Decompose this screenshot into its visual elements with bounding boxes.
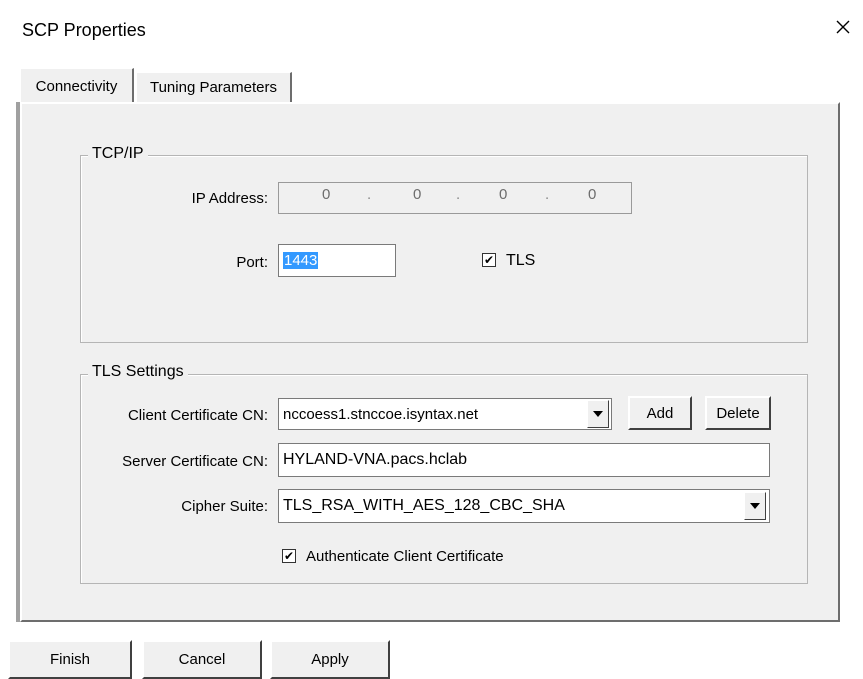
chevron-down-icon [593, 411, 603, 417]
apply-button-label: Apply [311, 651, 349, 668]
finish-button[interactable]: Finish [8, 640, 132, 679]
tab-tuning-parameters[interactable]: Tuning Parameters [136, 72, 292, 102]
ip-octet-2: 0 [413, 186, 422, 203]
port-input[interactable]: 1443 [278, 244, 396, 277]
ip-dot-3: . [545, 186, 550, 203]
ip-octet-1: 0 [322, 186, 331, 203]
tls-check-mark: ✔ [483, 253, 495, 267]
tls-label: TLS [506, 252, 536, 269]
authenticate-client-checkbox[interactable]: ✔ [282, 549, 296, 563]
cipher-suite-label: Cipher Suite: [181, 498, 268, 515]
finish-button-label: Finish [49, 651, 90, 668]
ip-dot-2: . [456, 186, 461, 203]
cipher-suite-dropdown-arrow[interactable] [744, 492, 766, 520]
port-value: 1443 [283, 252, 319, 269]
client-cert-dropdown-arrow[interactable] [587, 400, 609, 428]
window-title: SCP Properties [22, 20, 146, 40]
tls-settings-legend: TLS Settings [88, 363, 188, 381]
tab-connectivity-label: Connectivity [35, 78, 118, 95]
cancel-button-label: Cancel [178, 651, 226, 668]
client-cert-dropdown[interactable]: nccoess1.stnccoe.isyntax.net [278, 398, 612, 430]
delete-button-label: Delete [716, 404, 760, 422]
chevron-down-icon [750, 503, 760, 509]
delete-button[interactable]: Delete [705, 396, 771, 430]
add-button[interactable]: Add [628, 396, 692, 430]
server-cert-value: HYLAND-VNA.pacs.hclab [283, 451, 468, 468]
tab-tuning-parameters-label: Tuning Parameters [149, 79, 277, 96]
tls-checkbox[interactable]: ✔ [482, 253, 496, 267]
cipher-suite-dropdown[interactable]: TLS_RSA_WITH_AES_128_CBC_SHA [278, 489, 770, 523]
server-cert-label: Server Certificate CN: [122, 453, 268, 470]
cipher-suite-value: TLS_RSA_WITH_AES_128_CBC_SHA [283, 497, 565, 514]
auth-check-mark: ✔ [283, 549, 295, 563]
ip-dot-1: . [367, 186, 372, 203]
ip-octet-4: 0 [588, 186, 597, 203]
ip-address-field[interactable] [278, 182, 632, 214]
apply-button[interactable]: Apply [270, 640, 390, 679]
client-cert-label: Client Certificate CN: [127, 407, 268, 424]
tab-connectivity[interactable]: Connectivity [20, 68, 134, 104]
close-icon [836, 20, 850, 34]
ip-address-label: IP Address: [191, 190, 268, 207]
ip-octet-3: 0 [499, 186, 508, 203]
server-cert-input[interactable]: HYLAND-VNA.pacs.hclab [278, 443, 770, 477]
authenticate-client-label: Authenticate Client Certificate [306, 548, 504, 565]
add-button-label: Add [646, 404, 674, 422]
port-label: Port: [236, 254, 268, 271]
close-button[interactable] [830, 14, 856, 40]
tcpip-legend: TCP/IP [88, 145, 148, 163]
client-cert-value: nccoess1.stnccoe.isyntax.net [283, 405, 479, 423]
cancel-button[interactable]: Cancel [142, 640, 262, 679]
